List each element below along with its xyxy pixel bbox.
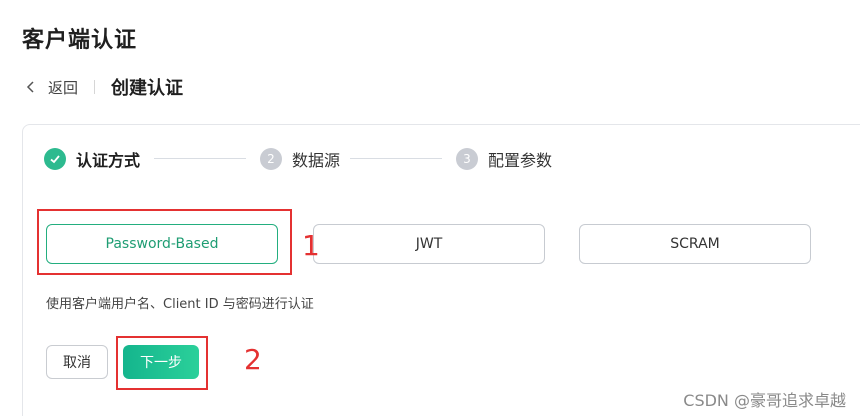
cancel-button[interactable]: 取消 — [46, 345, 108, 379]
back-label: 返回 — [48, 78, 79, 97]
back-button[interactable]: 返回 — [24, 77, 78, 98]
check-icon — [44, 148, 66, 170]
step-auth-method[interactable]: 认证方式 — [44, 145, 140, 173]
annotation-number-1: 1 — [302, 229, 320, 262]
divider — [94, 80, 96, 94]
stepper: 认证方式 2 数据源 3 配置参数 — [44, 145, 564, 173]
annotation-number-2: 2 — [244, 343, 262, 376]
annotation-box-1 — [37, 209, 292, 275]
step-label: 配置参数 — [488, 151, 553, 170]
step-connector — [154, 158, 246, 159]
page-title: 客户端认证 — [22, 28, 138, 53]
step-data-source[interactable]: 2 数据源 — [260, 145, 340, 173]
step-label: 数据源 — [292, 151, 341, 170]
step-number: 2 — [260, 148, 282, 170]
chevron-left-icon — [26, 81, 34, 93]
sub-title: 创建认证 — [111, 78, 184, 99]
watermark: CSDN @豪哥追求卓越 — [683, 391, 846, 410]
method-jwt[interactable]: JWT — [313, 224, 545, 264]
step-number: 3 — [456, 148, 478, 170]
method-description: 使用客户端用户名、Client ID 与密码进行认证 — [46, 297, 314, 312]
annotation-box-2 — [116, 336, 208, 390]
step-label: 认证方式 — [76, 151, 141, 170]
step-config-params[interactable]: 3 配置参数 — [456, 145, 552, 173]
breadcrumb: 返回 创建认证 — [24, 74, 183, 100]
step-connector — [350, 158, 442, 159]
method-scram[interactable]: SCRAM — [579, 224, 811, 264]
